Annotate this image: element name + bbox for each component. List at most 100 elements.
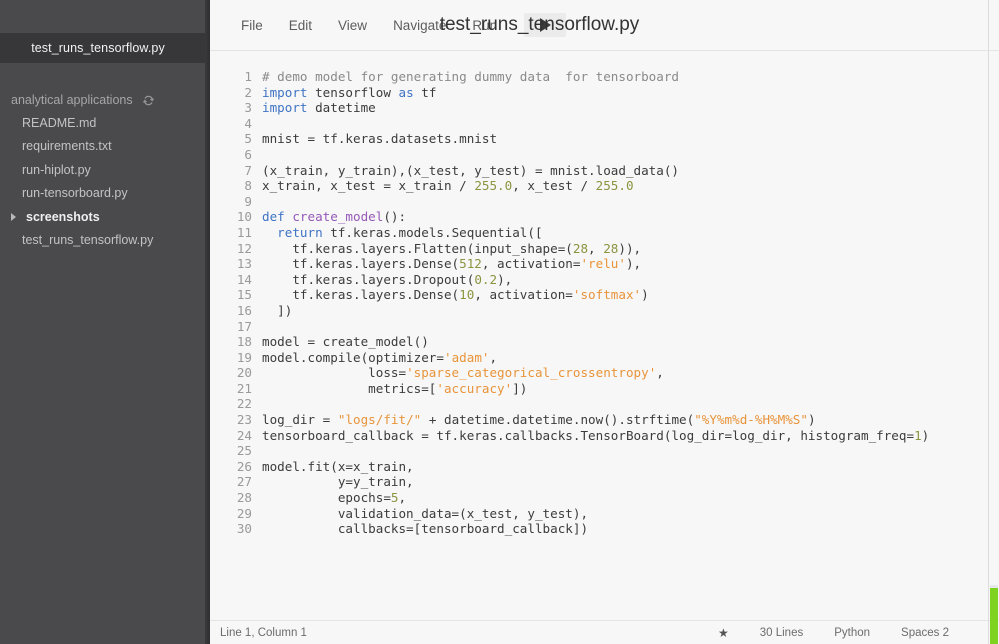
toolbar: File Edit View Navigate Run test_runs_te… — [210, 0, 999, 51]
code-line: 11 return tf.keras.models.Sequential([ — [210, 225, 999, 241]
code-token: 'adam' — [443, 349, 490, 365]
menu-item-file[interactable]: File — [228, 14, 276, 37]
code-token: ]) — [262, 302, 293, 318]
code-token: (x_train, y_train),(x_test, y_test) = mn… — [262, 162, 680, 178]
code-token: datetime — [307, 100, 376, 116]
code-token: "logs/fit/" — [337, 412, 422, 428]
code-token: + datetime.datetime.now().strftime( — [421, 412, 695, 428]
menu-item-edit[interactable]: Edit — [276, 14, 325, 37]
line-number: 12 — [236, 240, 252, 256]
line-number: 25 — [236, 443, 252, 459]
code-token: tf.keras.layers.Dense( — [262, 256, 460, 272]
code-token: # demo model for generating dummy data f… — [262, 69, 680, 84]
code-token: 'sparse_categorical_crossentropy' — [406, 365, 657, 381]
code-token: tensorflow — [307, 84, 399, 100]
main-panel: File Edit View Navigate Run test_runs_te… — [210, 0, 999, 644]
code-token: 255.0 — [595, 178, 634, 194]
right-divider — [988, 0, 989, 644]
code-token: ), — [497, 271, 513, 287]
sidebar: test_runs_tensorflow.py analytical appli… — [0, 0, 210, 644]
line-number: 10 — [236, 209, 252, 225]
menu-item-view[interactable]: View — [325, 14, 380, 37]
code-token: create_model — [292, 209, 384, 225]
code-line: 16 ]) — [210, 303, 999, 319]
code-line: 21 metrics=['accuracy']) — [210, 381, 999, 397]
indentation-selector[interactable]: Spaces 2 — [901, 627, 949, 639]
line-content: ]) — [262, 303, 292, 319]
code-token: epochs= — [262, 490, 391, 506]
editor-window: test_runs_tensorflow.py analytical appli… — [0, 0, 999, 644]
line-number: 14 — [236, 271, 252, 287]
line-number: 19 — [236, 349, 252, 365]
code-token: log_dir = — [262, 412, 338, 428]
file-tree-item-requirements[interactable]: requirements.txt — [0, 135, 210, 159]
code-line: 23 log_dir = "logs/fit/" + datetime.datet… — [210, 412, 999, 428]
file-tree-item-readme[interactable]: README.md — [0, 111, 210, 135]
code-token: , — [489, 349, 498, 365]
scrollbar-cap — [990, 585, 998, 588]
file-tree-item-run-tensorboard[interactable]: run-tensorboard.py — [0, 182, 210, 206]
code-token: , — [588, 240, 604, 256]
code-token: 1 — [914, 427, 922, 443]
line-number: 11 — [236, 224, 252, 240]
refresh-icon[interactable] — [142, 94, 155, 107]
code-token: validation_data=(x_test, y_test), — [262, 505, 589, 521]
line-number: 5 — [244, 131, 252, 147]
line-content: mnist = tf.keras.datasets.mnist — [262, 131, 497, 147]
code-token: tf.keras.models.Sequential([ — [322, 224, 543, 240]
line-content: x_train, x_test = x_train / 255.0, x_tes… — [262, 178, 634, 194]
code-line: 26 model.fit(x=x_train, — [210, 459, 999, 475]
code-line: 20 loss='sparse_categorical_crossentropy… — [210, 365, 999, 381]
code-line: 5 mnist = tf.keras.datasets.mnist — [210, 131, 999, 147]
line-number: 29 — [236, 505, 252, 521]
line-number: 7 — [244, 162, 252, 178]
code-line: 19 model.compile(optimizer='adam', — [210, 350, 999, 366]
vertical-indicator-bar[interactable] — [990, 587, 998, 644]
language-selector[interactable]: Python — [834, 627, 870, 639]
line-content: loss='sparse_categorical_crossentropy', — [262, 365, 664, 381]
file-tree-item-screenshots[interactable]: screenshots — [0, 205, 210, 229]
line-number: 18 — [236, 334, 252, 350]
code-line: 15 tf.keras.layers.Dense(10, activation=… — [210, 287, 999, 303]
run-button[interactable] — [524, 13, 567, 37]
file-tree-item-test-runs-tensorflow[interactable]: test_runs_tensorflow.py — [0, 229, 210, 253]
code-token: callbacks=[tensorboard_callback]) — [262, 521, 589, 537]
code-token: , — [398, 490, 407, 506]
code-line: 29 validation_data=(x_test, y_test), — [210, 506, 999, 522]
code-token: ) — [641, 287, 649, 303]
file-tree-item-run-hiplot[interactable]: run-hiplot.py — [0, 158, 210, 182]
chevron-right-icon[interactable] — [11, 212, 16, 221]
line-number: 22 — [236, 396, 252, 412]
menu-item-run[interactable]: Run — [459, 14, 510, 37]
file-tree: README.md requirements.txt run-hiplot.py… — [0, 111, 210, 252]
file-tree-item-label: run-tensorboard.py — [22, 186, 128, 201]
line-content: import datetime — [262, 100, 376, 116]
line-number: 26 — [236, 458, 252, 474]
code-token: tensorboard_callback = tf.keras.callback… — [262, 427, 915, 443]
line-number: 2 — [244, 84, 252, 100]
menu-item-navigate[interactable]: Navigate — [380, 14, 459, 37]
code-token: 28 — [603, 240, 619, 256]
line-number: 1 — [244, 69, 252, 84]
line-number: 16 — [236, 302, 252, 318]
line-number: 4 — [244, 115, 252, 131]
code-token: ), — [625, 256, 642, 272]
project-header[interactable]: analytical applications — [0, 89, 210, 111]
code-token: tf.keras.layers.Dense( — [262, 287, 460, 303]
code-editor[interactable]: 1 # demo model for generating dummy data … — [210, 51, 999, 620]
code-line: 4 — [210, 116, 999, 132]
line-number: 6 — [244, 146, 252, 162]
sidebar-active-file-tab[interactable]: test_runs_tensorflow.py — [0, 33, 210, 63]
code-line: 28 epochs=5, — [210, 490, 999, 506]
status-right-group: ★ 30 Lines Python Spaces 2 — [718, 627, 949, 639]
star-icon[interactable]: ★ — [718, 627, 729, 639]
code-token: model.compile(optimizer= — [262, 349, 444, 365]
code-token: 0.2 — [474, 271, 498, 287]
line-number: 3 — [244, 100, 252, 116]
line-number: 30 — [236, 521, 252, 537]
line-number: 24 — [236, 427, 252, 443]
line-content: import tensorflow as tf — [262, 85, 436, 101]
code-token: 5 — [390, 490, 399, 506]
code-token: import — [262, 84, 308, 100]
code-line: 13 tf.keras.layers.Dense(512, activation… — [210, 256, 999, 272]
